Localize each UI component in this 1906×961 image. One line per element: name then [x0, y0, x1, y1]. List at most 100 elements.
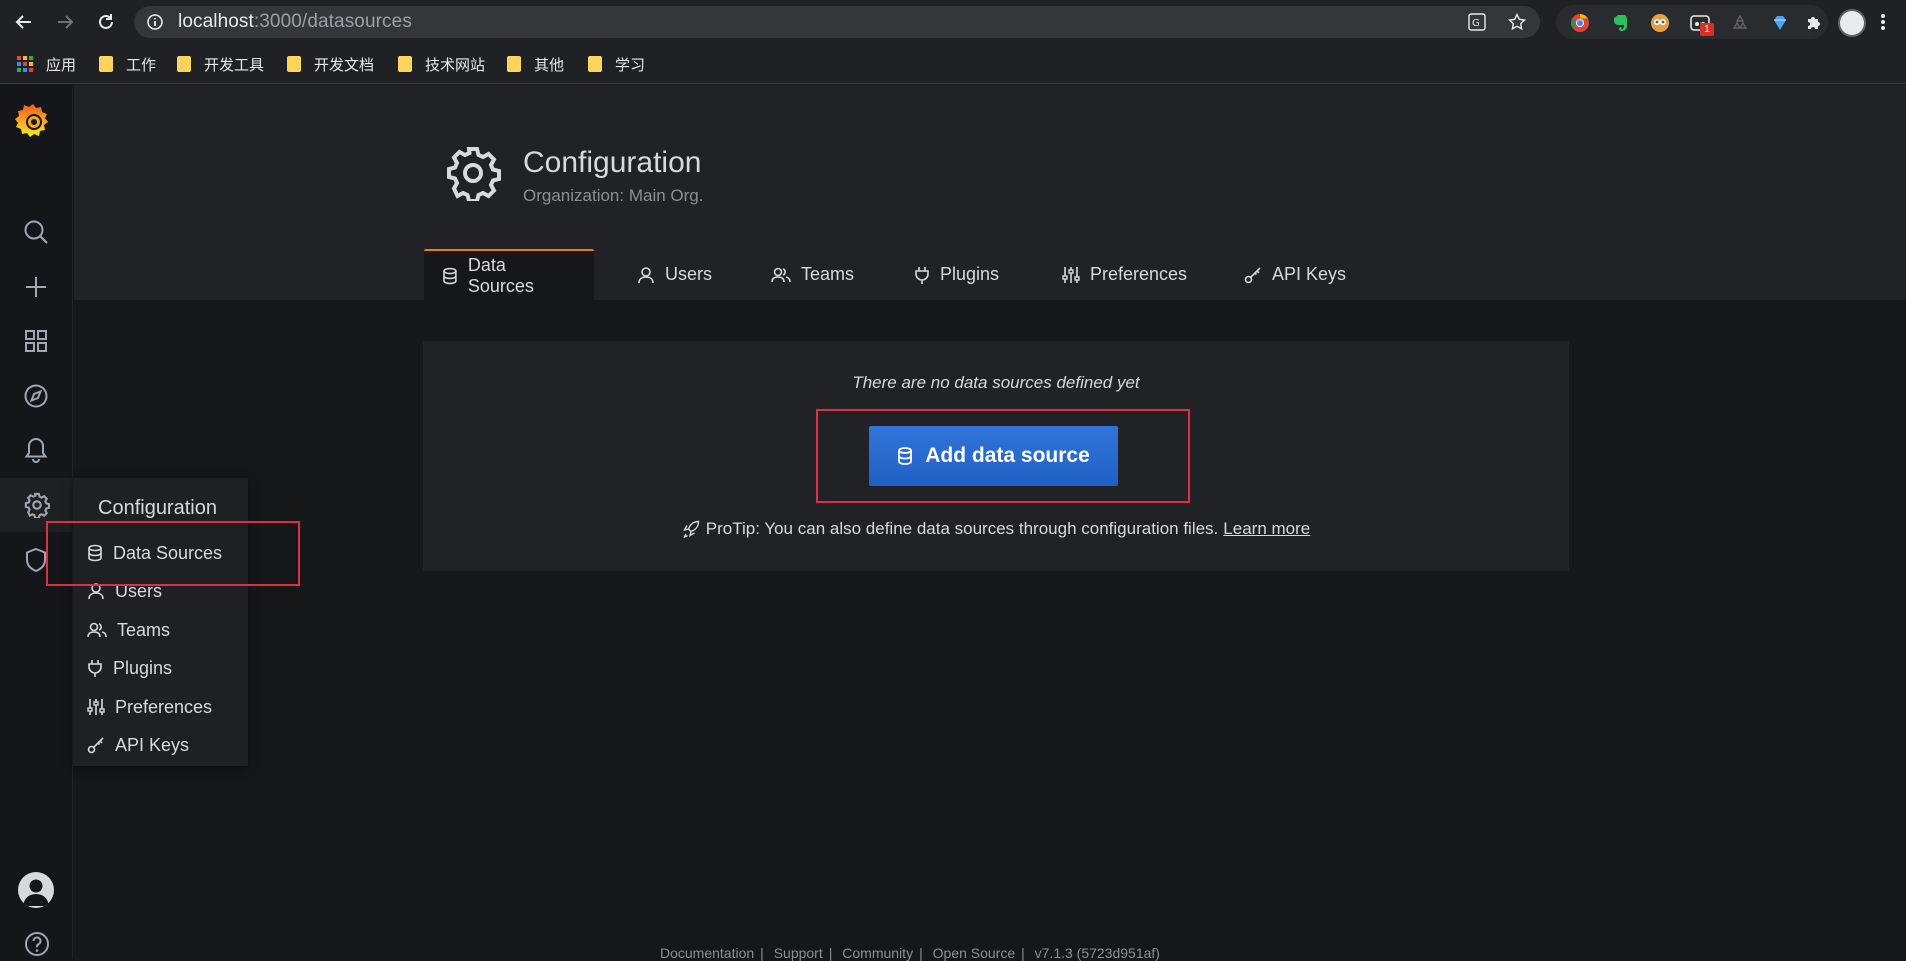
empty-message: There are no data sources defined yet [852, 373, 1140, 392]
dashboards-button[interactable] [22, 327, 50, 355]
folder-icon [99, 56, 113, 72]
bell-icon [24, 437, 48, 463]
diamond-extension-icon[interactable] [1770, 13, 1790, 33]
sliders-icon [87, 699, 105, 715]
users-icon [771, 267, 791, 282]
search-button[interactable] [22, 218, 50, 246]
url-text[interactable]: localhost:3000/datasources [178, 11, 412, 33]
bookmark-folder[interactable]: 学习 [588, 54, 645, 74]
puzzle-icon[interactable] [1804, 13, 1824, 33]
bookmark-folder[interactable]: 开发文档 [287, 54, 374, 74]
user-avatar-icon [23, 879, 49, 906]
bookmark-apps[interactable]: 应用 [17, 54, 76, 74]
menu-item-plugins[interactable]: Plugins [87, 653, 172, 683]
tab-label: Teams [801, 264, 855, 284]
tab-teams[interactable]: Teams [771, 249, 854, 300]
bookmarks-bar: 应用 工作 开发工具 开发文档 技术网站 其他 学习 [0, 44, 1906, 84]
menu-item-preferences[interactable]: Preferences [87, 692, 212, 722]
reload-button[interactable] [94, 10, 118, 34]
tab-plugins[interactable]: Plugins [914, 249, 999, 300]
page-title: Configuration [523, 146, 702, 179]
plug-icon [915, 266, 929, 284]
chrome-extension-icon[interactable] [1570, 13, 1590, 33]
bookmark-label: 开发工具 [204, 56, 265, 74]
bookmark-label: 技术网站 [425, 56, 486, 74]
tab-preferences[interactable]: Preferences [1062, 249, 1187, 300]
tab-label: Preferences [1090, 264, 1188, 284]
more-vert-icon[interactable] [1880, 13, 1886, 31]
apps-grid-icon [17, 56, 33, 72]
sliders-icon [1062, 266, 1080, 283]
bookmark-folder[interactable]: 其他 [507, 54, 564, 74]
menu-item-label: Preferences [115, 696, 213, 717]
learn-more-link[interactable]: Learn more [1223, 519, 1310, 539]
browser-toolbar: localhost:3000/datasources G 1 [0, 0, 1906, 44]
cog-icon [447, 147, 501, 201]
help-icon[interactable] [23, 930, 51, 958]
tab-data-sources[interactable]: Data Sources [424, 249, 594, 300]
plus-icon [26, 277, 46, 297]
user-icon [638, 266, 654, 283]
arrow-left-icon [15, 15, 31, 29]
extension-badge: 1 [1700, 23, 1714, 36]
recycle-extension-icon[interactable] [1730, 13, 1750, 33]
translate-icon[interactable]: G [1468, 13, 1486, 31]
cog-icon [24, 492, 50, 518]
bookmark-label: 开发文档 [314, 56, 375, 74]
protip: ProTip: You can also define data sources… [423, 519, 1569, 539]
folder-icon [287, 56, 301, 72]
bookmark-folder[interactable]: 开发工具 [177, 54, 264, 74]
svg-text:G: G [1472, 18, 1480, 29]
star-icon[interactable] [1508, 13, 1526, 31]
key-icon [87, 737, 104, 754]
tab-label: Users [665, 264, 713, 284]
users-icon [87, 622, 107, 638]
address-bar[interactable]: localhost:3000/datasources G [134, 6, 1540, 38]
bookmark-folder[interactable]: 技术网站 [398, 54, 485, 74]
bookmark-label: 学习 [615, 56, 646, 74]
folder-icon [507, 56, 521, 72]
grafana-logo-icon[interactable] [14, 101, 52, 141]
evernote-icon[interactable] [1610, 13, 1630, 33]
menu-item-label: Teams [117, 619, 171, 640]
rocket-icon [682, 520, 699, 538]
folder-icon [398, 56, 412, 72]
database-icon [443, 267, 457, 284]
menu-item-label: Plugins [113, 657, 173, 678]
bookmark-label: 工作 [126, 56, 157, 74]
owl-extension-icon[interactable] [1650, 13, 1670, 33]
bookmark-folder[interactable]: 工作 [99, 54, 156, 74]
back-button[interactable] [12, 10, 36, 34]
page-header: Configuration Organization: Main Org. Da… [74, 85, 1906, 300]
create-button[interactable] [22, 273, 50, 301]
alerting-button[interactable] [22, 436, 50, 464]
forward-button[interactable] [53, 10, 77, 34]
browser-profile-avatar[interactable] [1838, 9, 1866, 37]
tab-label: Plugins [940, 264, 1000, 284]
key-icon [1244, 266, 1261, 283]
extensions-bar: 1 [1556, 5, 1828, 39]
menu-item-api-keys[interactable]: API Keys [87, 730, 189, 760]
folder-icon [177, 56, 191, 72]
tab-api-keys[interactable]: API Keys [1244, 249, 1346, 300]
info-icon[interactable] [146, 13, 164, 31]
search-icon [24, 220, 48, 244]
avatar[interactable] [18, 872, 54, 908]
dropdown-title[interactable]: Configuration [98, 497, 217, 520]
plug-icon [88, 660, 102, 677]
arrow-right-icon [58, 15, 74, 29]
highlight-box-data-sources [46, 521, 300, 586]
highlight-box-add-button [816, 409, 1190, 503]
tab-users[interactable]: Users [637, 249, 712, 300]
bookmark-label: 应用 [46, 56, 77, 74]
url-path: :3000/datasources [253, 11, 412, 32]
url-host: localhost [178, 11, 254, 32]
apps-icon [25, 330, 47, 352]
explore-button[interactable] [22, 382, 50, 410]
menu-item-teams[interactable]: Teams [87, 615, 170, 645]
reload-icon [99, 14, 113, 29]
bookmark-label: 其他 [534, 56, 565, 74]
tab-label: Data Sources [467, 254, 534, 296]
page-subtitle: Organization: Main Org. [523, 186, 704, 205]
badge-extension[interactable]: 1 [1690, 13, 1714, 36]
